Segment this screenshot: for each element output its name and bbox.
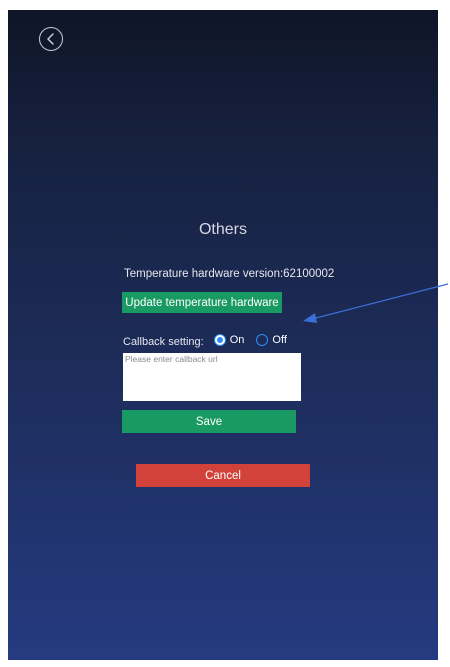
callback-setting-label: Callback setting: — [123, 336, 204, 348]
radio-unchecked-icon — [256, 334, 269, 346]
radio-checked-icon — [213, 334, 226, 346]
save-button[interactable]: Save — [122, 410, 296, 433]
hardware-version-text: Temperature hardware version:62100002 — [124, 268, 335, 280]
update-hardware-button[interactable]: Update temperature hardware — [122, 292, 282, 313]
page-title: Others — [198, 221, 247, 238]
callback-on-radio[interactable]: On — [213, 334, 245, 346]
callback-url-input[interactable] — [123, 353, 301, 401]
chevron-left-icon — [46, 33, 56, 45]
callback-setting-row: Callback setting: On Off — [123, 332, 287, 348]
app-screen: Others Temperature hardware version:6210… — [8, 10, 438, 660]
cancel-button[interactable]: Cancel — [136, 464, 310, 487]
back-button[interactable] — [39, 27, 63, 51]
callback-off-label: Off — [272, 334, 287, 346]
callback-off-radio[interactable]: Off — [256, 334, 287, 346]
callback-on-label: On — [229, 334, 245, 346]
